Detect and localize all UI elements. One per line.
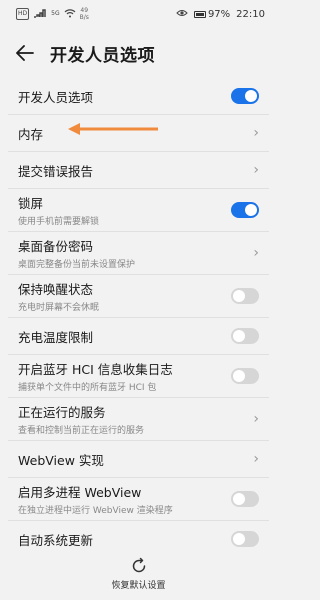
signal-icon xyxy=(33,8,47,21)
toggle-knob xyxy=(233,290,245,302)
row-text: 充电温度限制 xyxy=(18,327,93,346)
toggle-switch[interactable] xyxy=(231,328,259,344)
settings-list: 开发人员选项 内存 › 提交错误报告 › 锁屏使用手机前需要解锁桌面备份密码桌面完整备份当… xyxy=(0,78,277,558)
row-text: 自动系统更新 xyxy=(18,530,93,549)
row-subtitle: 查看和控制当前正在运行的服务 xyxy=(18,426,145,436)
arrow-pointer-icon xyxy=(68,123,158,135)
network-speed: 49 B/s xyxy=(80,7,89,21)
toggle-knob xyxy=(245,90,257,102)
row-subtitle: 充电时屏幕不会休眠 xyxy=(18,303,100,313)
row-title: 提交错误报告 xyxy=(18,163,94,179)
row-text: 内存 xyxy=(18,124,43,143)
settings-row[interactable]: 启用多进程 WebView 在独立进程中运行 WebView 渲染程序 xyxy=(8,478,269,521)
battery-icon xyxy=(193,10,206,18)
row-title: 桌面备份密码 xyxy=(18,239,94,254)
row-title: 锁屏 xyxy=(18,196,44,211)
toggle-knob xyxy=(245,204,257,216)
row-text: 保持唤醒状态充电时屏幕不会休眠 xyxy=(18,279,99,313)
row-subtitle: 使用手机前需要解锁 xyxy=(18,217,100,227)
page-title: 开发人员选项 xyxy=(50,45,155,66)
settings-row[interactable]: 锁屏使用手机前需要解锁 xyxy=(8,189,269,232)
row-title: 自动系统更新 xyxy=(18,532,94,548)
toggle-switch[interactable] xyxy=(231,202,259,218)
row-title: 保持唤醒状态 xyxy=(18,282,94,297)
chevron-right-icon: › xyxy=(253,162,259,178)
chevron-right-icon: › xyxy=(253,125,259,141)
battery-fill xyxy=(195,12,204,16)
row-title: 开发人员选项 xyxy=(18,89,94,105)
settings-row[interactable]: 保持唤醒状态充电时屏幕不会休眠 xyxy=(8,275,269,318)
row-title: 启用多进程 WebView xyxy=(18,485,142,500)
back-arrow-icon[interactable] xyxy=(14,42,36,64)
row-title: 开启蓝牙 HCI 信息收集日志 xyxy=(18,362,173,377)
chevron-right-icon: › xyxy=(253,451,259,467)
toggle-switch[interactable] xyxy=(231,88,259,104)
settings-row[interactable]: WebView 实现 › xyxy=(8,441,269,478)
row-title: 内存 xyxy=(18,126,44,142)
row-title: 充电温度限制 xyxy=(18,329,94,345)
battery-indicator: 97% xyxy=(193,8,231,20)
network-speed-unit: B/s xyxy=(79,14,89,21)
battery-percent: 97% xyxy=(207,8,231,20)
row-text: 锁屏使用手机前需要解锁 xyxy=(18,193,99,227)
row-text: 开发人员选项 xyxy=(18,87,93,106)
status-right: 97% 22:10 xyxy=(176,9,265,20)
status-left: HD 5G 49 B/s xyxy=(16,7,89,21)
settings-row[interactable]: 充电温度限制 xyxy=(8,318,269,355)
settings-row[interactable]: 开发人员选项 xyxy=(8,78,269,115)
title-bar: 开发人员选项 xyxy=(0,28,277,78)
restore-icon[interactable] xyxy=(130,557,148,575)
hd-icon: HD xyxy=(16,8,30,20)
toggle-knob xyxy=(233,493,245,505)
toggle-switch[interactable] xyxy=(231,368,259,384)
settings-row[interactable]: 开启蓝牙 HCI 信息收集日志捕获单个文件中的所有蓝牙 HCI 包 xyxy=(8,355,269,398)
toggle-switch[interactable] xyxy=(231,491,259,507)
wifi-icon xyxy=(64,8,76,21)
row-text: 提交错误报告 xyxy=(18,161,93,180)
settings-row[interactable]: 桌面备份密码桌面完整备份当前未设置保护 › xyxy=(8,232,269,275)
clock: 22:10 xyxy=(236,8,265,20)
row-title: WebView 实现 xyxy=(18,452,104,468)
chevron-right-icon: › xyxy=(253,245,259,261)
row-subtitle: 捕获单个文件中的所有蓝牙 HCI 包 xyxy=(18,383,157,393)
row-text: 正在运行的服务查看和控制当前正在运行的服务 xyxy=(18,402,144,436)
row-subtitle: 桌面完整备份当前未设置保护 xyxy=(18,260,136,270)
row-text: 开启蓝牙 HCI 信息收集日志捕获单个文件中的所有蓝牙 HCI 包 xyxy=(18,359,173,393)
restore-defaults-button[interactable]: 恢复默认设置 xyxy=(111,578,165,591)
network-speed-value: 49 xyxy=(80,7,89,14)
row-text: WebView 实现 xyxy=(18,450,104,469)
row-text: 启用多进程 WebView 在独立进程中运行 WebView 渲染程序 xyxy=(18,482,173,516)
toggle-knob xyxy=(233,330,245,342)
row-text: 桌面备份密码桌面完整备份当前未设置保护 xyxy=(18,236,135,270)
status-bar: HD 5G 49 B/s 97% 22:10 xyxy=(0,0,277,28)
settings-row[interactable]: 正在运行的服务查看和控制当前正在运行的服务 › xyxy=(8,398,269,441)
row-subtitle: 在独立进程中运行 WebView 渲染程序 xyxy=(18,506,173,516)
toggle-switch[interactable] xyxy=(231,288,259,304)
toggle-switch[interactable] xyxy=(231,531,259,547)
bottom-bar: 恢复默认设置 xyxy=(0,548,277,600)
eye-icon xyxy=(176,9,188,20)
network-type-label: 5G xyxy=(51,10,60,17)
chevron-right-icon: › xyxy=(253,411,259,427)
toggle-knob xyxy=(233,370,245,382)
settings-row[interactable]: 提交错误报告 › xyxy=(8,152,269,189)
toggle-knob xyxy=(233,533,245,545)
row-title: 正在运行的服务 xyxy=(18,405,106,420)
